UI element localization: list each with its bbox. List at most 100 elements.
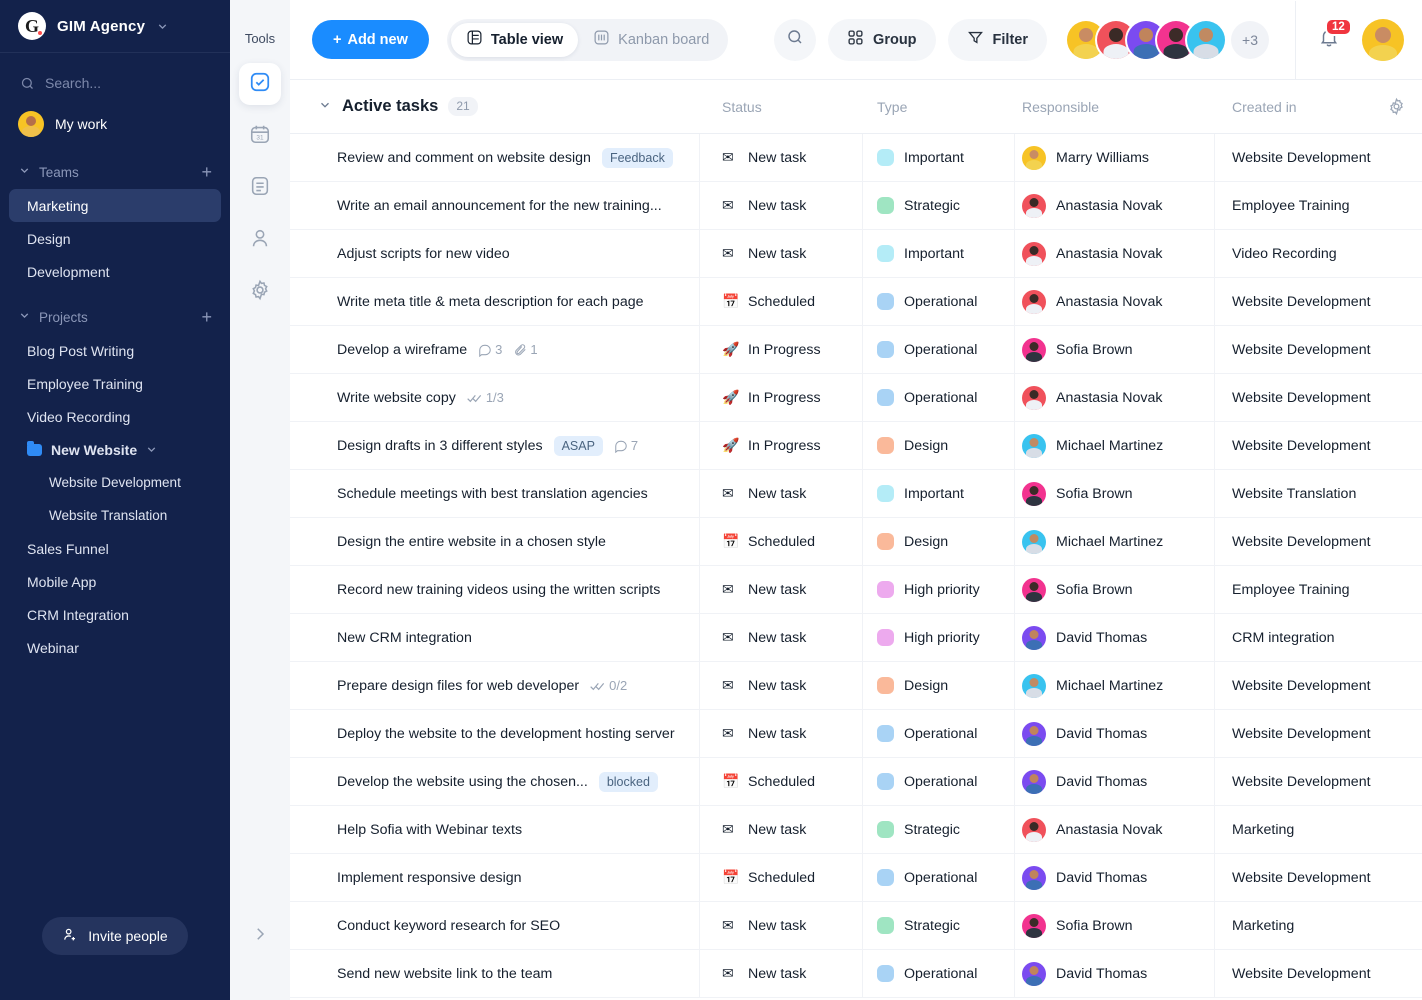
cell-status[interactable]: 📅 Scheduled [700,278,863,325]
cell-created-in[interactable]: Website Development [1215,662,1422,709]
cell-responsible[interactable]: Anastasia Novak [1015,806,1215,853]
cell-type[interactable]: Important [863,470,1015,517]
cell-responsible[interactable]: Michael Martinez [1015,422,1215,469]
expand-sidebar-button[interactable] [230,925,290,948]
table-row[interactable]: Prepare design files for web developer 0/… [290,662,1422,710]
cell-created-in[interactable]: Marketing [1215,902,1422,949]
table-row[interactable]: Write an email announcement for the new … [290,182,1422,230]
cell-created-in[interactable]: Website Development [1215,854,1422,901]
cell-status[interactable]: 🚀 In Progress [700,422,863,469]
cell-status[interactable]: ✉ New task [700,710,863,757]
cell-responsible[interactable]: Marry Williams [1015,134,1215,181]
search-button[interactable] [774,18,817,61]
cell-status[interactable]: ✉ New task [700,470,863,517]
cell-task[interactable]: Implement responsive design [290,854,700,901]
cell-created-in[interactable]: Website Development [1215,518,1422,565]
cell-status[interactable]: ✉ New task [700,182,863,229]
table-row[interactable]: Review and comment on website design Feed… [290,134,1422,182]
tool-documents[interactable] [239,167,281,209]
cell-type[interactable]: Operational [863,758,1015,805]
cell-type[interactable]: Design [863,518,1015,565]
cell-responsible[interactable]: Anastasia Novak [1015,182,1215,229]
sidebar-item-video-recording[interactable]: Video Recording [9,400,221,433]
cell-created-in[interactable]: Website Development [1215,374,1422,421]
cell-created-in[interactable]: Website Development [1215,950,1422,997]
cell-task[interactable]: Prepare design files for web developer 0/… [290,662,700,709]
sidebar-item-sales-funnel[interactable]: Sales Funnel [9,532,221,565]
tab-table-view[interactable]: Table view [450,22,579,57]
cell-task[interactable]: Review and comment on website design Feed… [290,134,700,181]
cell-created-in[interactable]: Website Development [1215,134,1422,181]
table-row[interactable]: Help Sofia with Webinar texts ✉ New task St… [290,806,1422,854]
table-row[interactable]: Design the entire website in a chosen st… [290,518,1422,566]
sidebar-item-design[interactable]: Design [9,222,221,255]
cell-task[interactable]: Help Sofia with Webinar texts [290,806,700,853]
cell-status[interactable]: ✉ New task [700,566,863,613]
cell-created-in[interactable]: Video Recording [1215,230,1422,277]
table-row[interactable]: Develop the website using the chosen... b… [290,758,1422,806]
cell-task[interactable]: Send new website link to the team [290,950,700,997]
cell-type[interactable]: Strategic [863,182,1015,229]
sidebar-item-website-development[interactable]: Website Development [9,466,221,499]
table-row[interactable]: Design drafts in 3 different styles ASAP 7… [290,422,1422,470]
table-row[interactable]: Record new training videos using the wri… [290,566,1422,614]
cell-type[interactable]: Operational [863,710,1015,757]
cell-task[interactable]: Record new training videos using the wri… [290,566,700,613]
cell-status[interactable]: ✉ New task [700,614,863,661]
cell-type[interactable]: Design [863,662,1015,709]
cell-type[interactable]: Important [863,134,1015,181]
tool-people[interactable] [239,219,281,261]
sidebar-item-blog-post-writing[interactable]: Blog Post Writing [9,334,221,367]
sidebar-item-mobile-app[interactable]: Mobile App [9,565,221,598]
column-header-status[interactable]: Status [700,99,863,115]
invite-people-button[interactable]: Invite people [42,917,188,955]
cell-task[interactable]: Develop a wireframe 3 1 [290,326,700,373]
cell-created-in[interactable]: Website Development [1215,710,1422,757]
sidebar-item-employee-training[interactable]: Employee Training [9,367,221,400]
table-settings-button[interactable] [1370,97,1422,116]
cell-responsible[interactable]: Anastasia Novak [1015,374,1215,421]
group-button[interactable]: Group [828,18,936,61]
cell-responsible[interactable]: Michael Martinez [1015,518,1215,565]
cell-type[interactable]: High priority [863,566,1015,613]
sidebar-item-new-website[interactable]: New Website [9,433,221,466]
cell-responsible[interactable]: David Thomas [1015,614,1215,661]
table-row[interactable]: Send new website link to the team ✉ New ta… [290,950,1422,998]
cell-task[interactable]: Deploy the website to the development ho… [290,710,700,757]
user-avatar[interactable] [1362,18,1404,61]
search-input[interactable]: Search... [0,61,230,105]
cell-responsible[interactable]: David Thomas [1015,710,1215,757]
cell-responsible[interactable]: Michael Martinez [1015,662,1215,709]
cell-task[interactable]: Write meta title & meta description for … [290,278,700,325]
cell-task[interactable]: Develop the website using the chosen... b… [290,758,700,805]
cell-type[interactable]: Design [863,422,1015,469]
column-header-type[interactable]: Type [863,99,1015,115]
cell-type[interactable]: Important [863,230,1015,277]
filter-button[interactable]: Filter [947,18,1047,61]
cell-created-in[interactable]: Employee Training [1215,566,1422,613]
cell-responsible[interactable]: David Thomas [1015,758,1215,805]
cell-created-in[interactable]: Website Translation [1215,470,1422,517]
more-members-button[interactable]: +3 [1231,20,1269,59]
avatar[interactable] [1187,20,1225,59]
tool-calendar[interactable]: 31 [239,115,281,157]
cell-type[interactable]: Operational [863,950,1015,997]
cell-status[interactable]: ✉ New task [700,134,863,181]
cell-responsible[interactable]: Anastasia Novak [1015,230,1215,277]
cell-status[interactable]: 🚀 In Progress [700,374,863,421]
tab-kanban-board[interactable]: Kanban board [578,23,724,57]
cell-created-in[interactable]: CRM integration [1215,614,1422,661]
tool-settings[interactable] [239,271,281,313]
cell-task[interactable]: Schedule meetings with best translation … [290,470,700,517]
table-row[interactable]: Schedule meetings with best translation … [290,470,1422,518]
cell-created-in[interactable]: Marketing [1215,806,1422,853]
cell-task[interactable]: Design the entire website in a chosen st… [290,518,700,565]
column-header-created-in[interactable]: Created in [1215,99,1370,115]
cell-status[interactable]: ✉ New task [700,662,863,709]
cell-task[interactable]: Adjust scripts for new video [290,230,700,277]
table-row[interactable]: Adjust scripts for new video ✉ New task Imp… [290,230,1422,278]
member-avatar-stack[interactable]: +3 [1067,20,1269,59]
table-row[interactable]: Implement responsive design 📅 Scheduled Ope… [290,854,1422,902]
projects-section-header[interactable]: Projects + [0,300,230,334]
table-row[interactable]: Deploy the website to the development ho… [290,710,1422,758]
